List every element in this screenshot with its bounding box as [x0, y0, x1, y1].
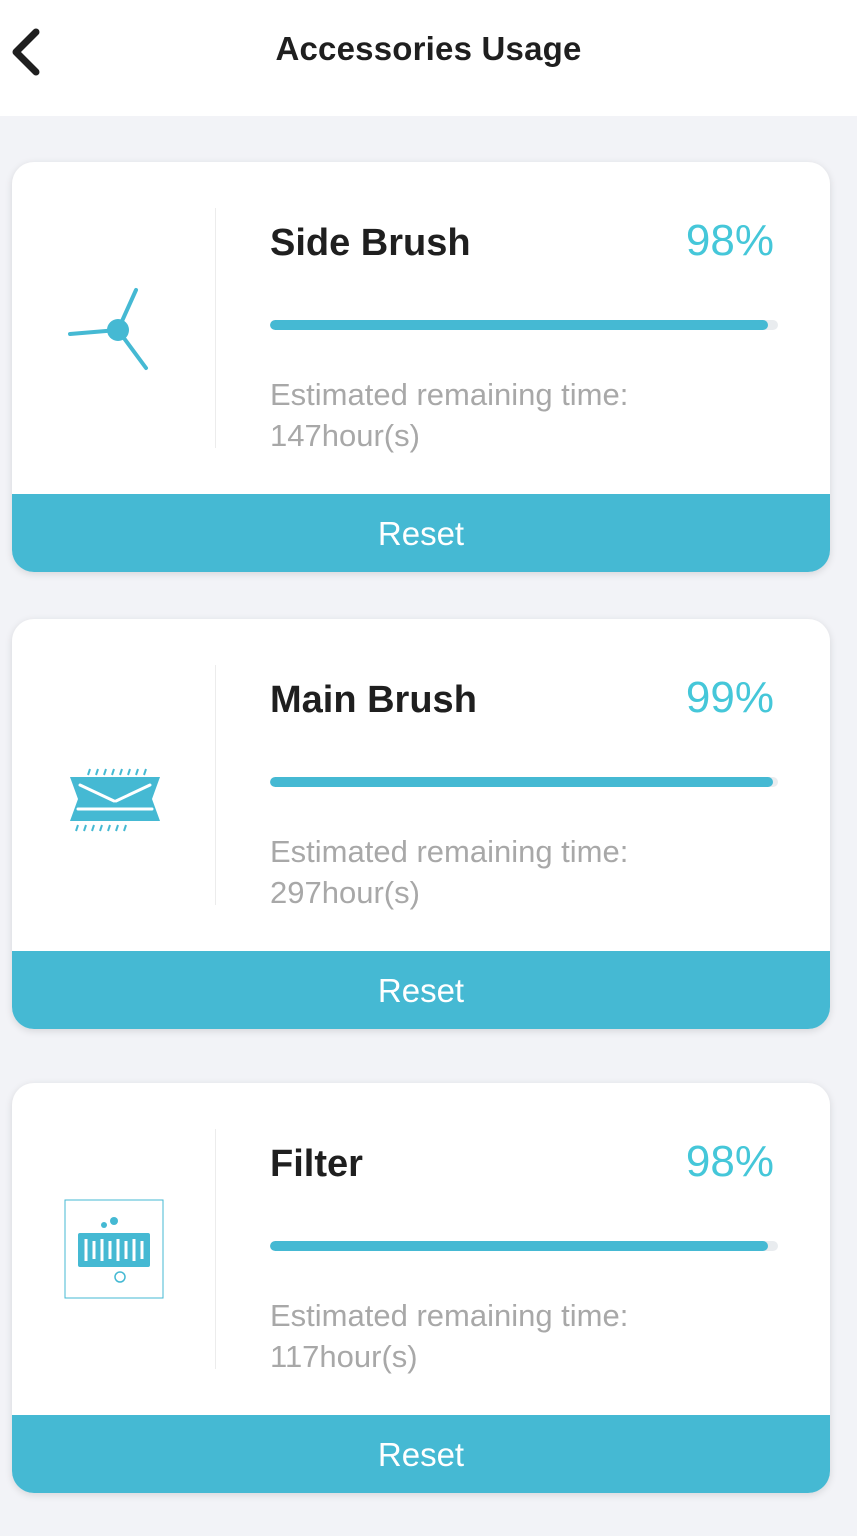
side-brush-icon	[56, 272, 176, 392]
remaining-time-label: Estimated remaining time:	[270, 377, 629, 412]
remaining-time-label: Estimated remaining time:	[270, 1298, 629, 1333]
progress-fill	[270, 1241, 768, 1251]
reset-button[interactable]: Reset	[12, 951, 830, 1029]
card-divider	[215, 208, 216, 448]
progress-fill	[270, 320, 768, 330]
accessory-percent: 98%	[685, 216, 774, 265]
remaining-time-value: 117hour(s)	[270, 1339, 418, 1374]
page-title: Accessories Usage	[275, 30, 582, 67]
progress-fill	[270, 777, 773, 787]
reset-button[interactable]: Reset	[12, 494, 830, 572]
progress-bar	[270, 320, 778, 330]
remaining-time-value: 147hour(s)	[270, 418, 420, 453]
accessory-card-side-brush: Side Brush 98% Estimated remaining time:…	[12, 162, 830, 572]
accessory-card-filter: Filter 98% Estimated remaining time: 117…	[12, 1083, 830, 1493]
progress-bar	[270, 777, 778, 787]
header-bar: Accessories Usage	[0, 0, 857, 116]
accessory-percent: 98%	[685, 1137, 774, 1186]
remaining-time-label: Estimated remaining time:	[270, 834, 629, 869]
accessory-card-main-brush: Main Brush 99% Estimated remaining time:…	[12, 619, 830, 1029]
accessory-name: Filter	[270, 1143, 363, 1185]
reset-button[interactable]: Reset	[12, 1415, 830, 1493]
accessory-name: Side Brush	[270, 222, 471, 264]
accessory-percent: 99%	[685, 673, 774, 722]
accessory-name: Main Brush	[270, 679, 477, 721]
remaining-time-value: 297hour(s)	[270, 875, 420, 910]
card-divider	[215, 1129, 216, 1369]
main-brush-icon	[56, 729, 176, 849]
filter-icon	[64, 1199, 164, 1299]
progress-bar	[270, 1241, 778, 1251]
card-divider	[215, 665, 216, 905]
